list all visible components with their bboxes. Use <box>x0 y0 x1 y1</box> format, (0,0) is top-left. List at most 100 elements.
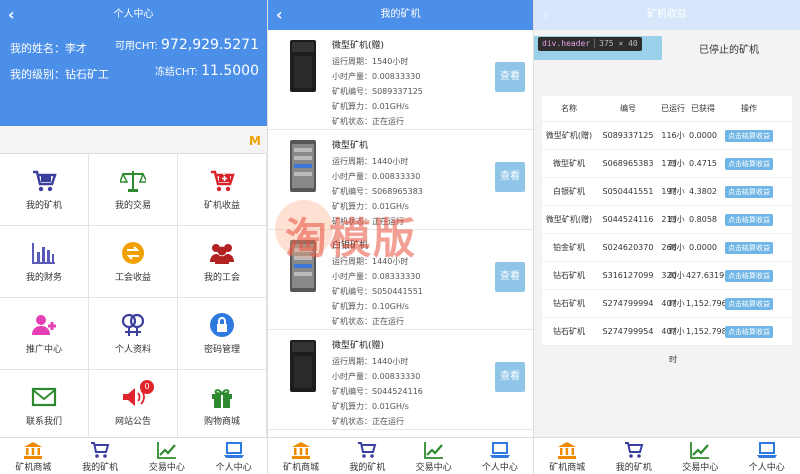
cell-id: S044524116 <box>602 215 654 224</box>
tab-label: 交易中心 <box>682 463 719 473</box>
page-title: 矿机收益 <box>647 9 687 20</box>
gift-icon <box>209 384 235 410</box>
mail-icon <box>31 384 57 410</box>
profile-card: 我的姓名：李才 可用CHT: 972,929.5271 我的级别：钻石矿工 冻结… <box>0 30 267 126</box>
machine-power: 矿机算力：0.01GH/s <box>332 102 409 111</box>
settle-income-button[interactable]: 点击结算收益 <box>725 270 773 282</box>
table-header: 名称 编号 已运行 已获得 操作 <box>542 96 792 122</box>
line-chart-icon <box>690 441 710 459</box>
menu-item[interactable]: 个人资料 <box>89 298 178 370</box>
menu-item[interactable]: 购物商城 <box>178 370 267 442</box>
cell-action: 点击结算收益 <box>720 150 778 177</box>
available-balance: 可用CHT: 972,929.5271 <box>114 37 259 53</box>
line-chart-icon <box>423 441 444 459</box>
settle-income-button[interactable]: 点击结算收益 <box>725 298 773 310</box>
settle-income-button[interactable]: 点击结算收益 <box>725 130 773 142</box>
cell-run: 320小时 <box>661 271 685 308</box>
tab-label: 个人中心 <box>481 463 518 473</box>
settle-income-button[interactable]: 点击结算收益 <box>725 242 773 254</box>
group-icon <box>209 240 235 266</box>
menu-item[interactable]: 我的工会 <box>178 226 267 298</box>
cell-earned: 1,152.7963 <box>686 299 732 308</box>
cell-name: 微型矿机 <box>553 159 585 168</box>
settle-income-button[interactable]: 点击结算收益 <box>725 186 773 198</box>
machine-output: 小时产量：0.00833330 <box>332 172 421 181</box>
cell-name: 微型矿机(赠) <box>545 215 593 224</box>
tab-label: 交易中心 <box>148 463 185 473</box>
machine-name: 微型矿机(赠) <box>332 341 385 351</box>
tab-item[interactable]: 交易中心 <box>667 438 734 474</box>
cell-run: 407小时 <box>661 327 685 364</box>
menu-item[interactable]: 我的财务 <box>0 226 89 298</box>
m-badge[interactable]: M <box>249 134 261 148</box>
tab-item[interactable]: 我的矿机 <box>601 438 668 474</box>
tab-item[interactable]: 矿机商城 <box>534 438 601 474</box>
watermark: 淘模版 <box>285 214 418 263</box>
menu-item[interactable]: 我的交易 <box>89 154 178 226</box>
exchange-icon <box>120 240 146 266</box>
tab-item[interactable]: 交易中心 <box>134 438 201 474</box>
column-header: 已获得 <box>691 104 715 113</box>
cell-name: 铂金矿机 <box>553 243 585 252</box>
menu-item-label: 联系我们 <box>25 417 62 427</box>
menu-item[interactable]: 密码管理 <box>178 298 267 370</box>
bank-icon <box>23 441 43 459</box>
cell-earned: 0.8058 <box>689 215 717 224</box>
cell-action: 点击结算收益 <box>720 234 778 261</box>
cell-id: S274799954 <box>602 327 654 336</box>
tab-item[interactable]: 交易中心 <box>401 438 467 474</box>
machine-income-panel: ‹ 矿机收益 已停止的矿机 div.header 375 × 40 名称 编号 已运行… <box>533 0 800 474</box>
cell-id: S024620370 <box>602 243 654 252</box>
notification-badge: 0 <box>140 380 154 394</box>
cart-plus-icon <box>209 168 235 194</box>
cell-run: 213小时 <box>661 215 685 252</box>
table-row: 钻石矿机 S274799994 407小时 1,152.7963 点击结算收益 <box>542 290 792 336</box>
settle-income-button[interactable]: 点击结算收益 <box>725 326 773 338</box>
column-header: 已运行 <box>661 104 685 113</box>
line-chart-icon <box>156 441 177 459</box>
view-button[interactable]: 查看 <box>495 62 525 92</box>
cell-id: S316127099 <box>602 271 654 280</box>
view-button[interactable]: 查看 <box>495 162 525 192</box>
menu-grid: 我的矿机 我的交易 矿机收益我的财务 工会收益 我的工会推广中心 个人资料 密码管理联系我们… <box>0 154 267 442</box>
tab-item[interactable]: 个人中心 <box>734 438 800 474</box>
tab-item[interactable]: 矿机商城 <box>268 438 334 474</box>
view-button[interactable]: 查看 <box>495 262 525 292</box>
back-arrow-icon[interactable]: ‹ <box>276 0 283 30</box>
back-arrow-icon[interactable]: ‹ <box>542 0 549 30</box>
cart-icon <box>357 441 377 459</box>
menu-item-label: 购物商城 <box>203 417 240 427</box>
table-row: 微型矿机 S068965383 173小时 0.4715 点击结算收益 <box>542 150 792 196</box>
settle-income-button[interactable]: 点击结算收益 <box>725 158 773 170</box>
tab-item[interactable]: 我的矿机 <box>334 438 400 474</box>
machine-status: 矿机状态：正在运行 <box>332 417 404 426</box>
tab-item[interactable]: 个人中心 <box>200 438 267 474</box>
tab-stopped-machines[interactable]: 已停止的矿机 <box>699 41 759 56</box>
laptop-icon <box>223 441 244 459</box>
back-arrow-icon[interactable]: ‹ <box>8 0 15 30</box>
cart-icon <box>90 441 110 459</box>
menu-item[interactable]: 矿机收益 <box>178 154 267 226</box>
scale-icon <box>118 168 149 194</box>
tab-item[interactable]: 个人中心 <box>467 438 533 474</box>
menu-item[interactable]: 我的矿机 <box>0 154 89 226</box>
tab-item[interactable]: 我的矿机 <box>67 438 134 474</box>
gender-icon <box>120 312 146 338</box>
bar-chart-icon <box>31 240 57 266</box>
menu-item[interactable]: 0 网站公告 <box>89 370 178 442</box>
menu-item[interactable]: 工会收益 <box>89 226 178 298</box>
cell-action: 点击结算收益 <box>720 318 778 345</box>
settle-income-button[interactable]: 点击结算收益 <box>725 214 773 226</box>
tab-label: 矿机商城 <box>283 463 320 473</box>
column-header: 编号 <box>620 104 636 113</box>
menu-item-label: 我的财务 <box>25 273 62 283</box>
cell-action: 点击结算收益 <box>720 290 778 317</box>
view-button[interactable]: 查看 <box>495 362 525 392</box>
menu-item[interactable]: 联系我们 <box>0 370 89 442</box>
menu-item-label: 密码管理 <box>203 345 240 355</box>
tab-item[interactable]: 矿机商城 <box>0 438 67 474</box>
tab-label: 矿机商城 <box>549 463 586 473</box>
frozen-balance: 冻结CHT: 11.5000 <box>155 63 259 79</box>
menu-item[interactable]: 推广中心 <box>0 298 89 370</box>
machine-item: 微型矿机(赠) 运行周期：1440小时 小时产量：0.00833330 矿机编号：S0… <box>268 330 533 430</box>
